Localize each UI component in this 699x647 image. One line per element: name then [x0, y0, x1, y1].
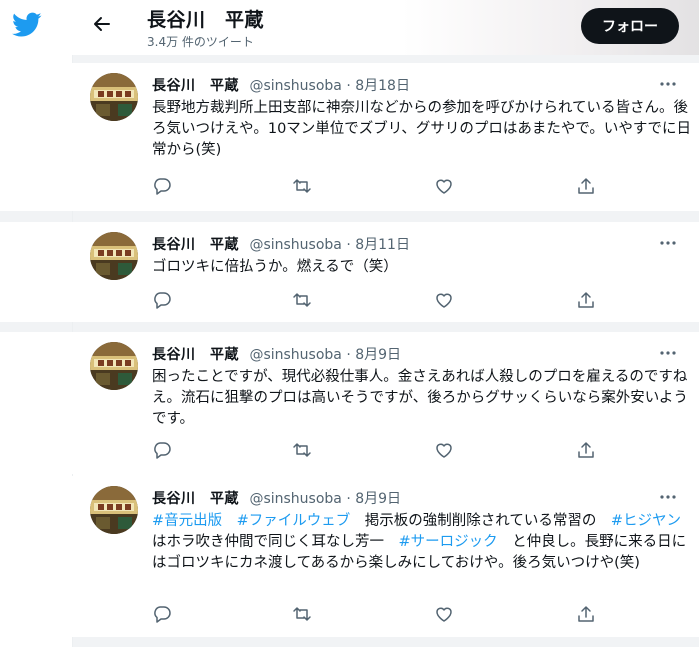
- author-handle[interactable]: @sinshusoba: [249, 237, 341, 253]
- tweet-actions: [152, 440, 672, 462]
- tweet-count: 3.4万 件のツイート: [147, 35, 254, 49]
- author-handle[interactable]: @sinshusoba: [249, 491, 341, 507]
- profile-name: 長谷川 平蔵: [147, 9, 265, 31]
- author-name[interactable]: 長谷川 平蔵: [152, 237, 239, 253]
- separator: [72, 322, 699, 332]
- back-arrow-icon[interactable]: [90, 13, 112, 35]
- reply-icon[interactable]: [152, 440, 172, 460]
- tweet-text-segment: 長野地方裁判所上田支部に神奈川などからの参加を呼びかけられている皆さん。後ろ気い…: [152, 100, 691, 158]
- profile-header: 長谷川 平蔵 3.4万 件のツイート フォロー: [72, 0, 699, 55]
- separator: [72, 55, 699, 63]
- retweet-icon[interactable]: [292, 440, 312, 460]
- reply-icon[interactable]: [152, 176, 172, 196]
- share-icon[interactable]: [576, 290, 596, 310]
- dot-separator: ·: [346, 491, 351, 507]
- dot-separator: ·: [346, 237, 351, 253]
- twitter-bird-icon[interactable]: [12, 12, 42, 38]
- tweet[interactable]: 長谷川 平蔵 @sinshusoba · 8月11日 ゴロツキに倍払うか。燃える…: [72, 222, 699, 322]
- more-icon[interactable]: [658, 238, 678, 248]
- dot-separator: ·: [346, 78, 351, 94]
- tweet-text: 長野地方裁判所上田支部に神奈川などからの参加を呼びかけられている皆さん。後ろ気い…: [152, 98, 692, 161]
- tweet-text: #音元出版 #ファイルウェブ 掲示板の強制削除されている常習の #ヒジヤン はホ…: [152, 511, 692, 574]
- author-handle[interactable]: @sinshusoba: [249, 78, 341, 94]
- avatar[interactable]: [90, 73, 138, 121]
- more-icon[interactable]: [658, 79, 678, 89]
- tweet-actions: [152, 290, 672, 312]
- hashtag-link[interactable]: #ファイルウェブ: [237, 513, 351, 529]
- tweet-text-segment: [222, 513, 237, 529]
- avatar[interactable]: [90, 486, 138, 534]
- author-name[interactable]: 長谷川 平蔵: [152, 78, 239, 94]
- retweet-icon[interactable]: [292, 176, 312, 196]
- hashtag-link[interactable]: #ヒジヤン: [611, 513, 681, 529]
- like-icon[interactable]: [434, 604, 454, 624]
- separator: [0, 322, 72, 332]
- separator: [72, 211, 699, 222]
- share-icon[interactable]: [576, 604, 596, 624]
- retweet-icon[interactable]: [292, 604, 312, 624]
- tweet[interactable]: 長谷川 平蔵 @sinshusoba · 8月9日 困ったことですが、現代必殺仕…: [72, 332, 699, 474]
- tweet-actions: [152, 604, 672, 626]
- dot-separator: ·: [346, 347, 351, 363]
- author-handle[interactable]: @sinshusoba: [249, 347, 341, 363]
- separator: [72, 637, 699, 647]
- reply-icon[interactable]: [152, 604, 172, 624]
- like-icon[interactable]: [434, 440, 454, 460]
- tweet-text: 困ったことですが、現代必殺仕事人。金さえあれば人殺しのプロを雇えるのですねえ。流…: [152, 367, 692, 430]
- tweet-text-segment: 掲示板の強制削除されている常習の: [350, 513, 611, 529]
- tweet[interactable]: 長谷川 平蔵 @sinshusoba · 8月9日 #音元出版 #ファイルウェブ…: [72, 476, 699, 637]
- tweet-header: 長谷川 平蔵 @sinshusoba · 8月11日: [152, 234, 410, 254]
- author-name[interactable]: 長谷川 平蔵: [152, 347, 239, 363]
- tweet-actions: [152, 176, 672, 198]
- tweet-date[interactable]: 8月18日: [355, 78, 410, 94]
- tweet-header: 長谷川 平蔵 @sinshusoba · 8月9日: [152, 344, 401, 364]
- tweet-header: 長谷川 平蔵 @sinshusoba · 8月18日: [152, 75, 410, 95]
- tweet-text: ゴロツキに倍払うか。燃えるで（笑）: [152, 257, 692, 278]
- like-icon[interactable]: [434, 290, 454, 310]
- tweet-header: 長谷川 平蔵 @sinshusoba · 8月9日: [152, 488, 401, 508]
- author-name[interactable]: 長谷川 平蔵: [152, 491, 239, 507]
- separator: [0, 211, 72, 222]
- tweet-text-segment: ゴロツキに倍払うか。燃えるで（笑）: [152, 259, 398, 275]
- retweet-icon[interactable]: [292, 290, 312, 310]
- tweet-date[interactable]: 8月9日: [355, 347, 401, 363]
- like-icon[interactable]: [434, 176, 454, 196]
- follow-button[interactable]: フォロー: [581, 8, 679, 44]
- reply-icon[interactable]: [152, 290, 172, 310]
- tweet-date[interactable]: 8月9日: [355, 491, 401, 507]
- avatar[interactable]: [90, 232, 138, 280]
- share-icon[interactable]: [576, 440, 596, 460]
- hashtag-link[interactable]: #音元出版: [152, 513, 222, 529]
- tweet[interactable]: 長谷川 平蔵 @sinshusoba · 8月18日 長野地方裁判所上田支部に神…: [72, 63, 699, 211]
- more-icon[interactable]: [658, 492, 678, 502]
- share-icon[interactable]: [576, 176, 596, 196]
- more-icon[interactable]: [658, 348, 678, 358]
- tweet-date[interactable]: 8月11日: [355, 237, 410, 253]
- avatar[interactable]: [90, 342, 138, 390]
- tweet-text-segment: 困ったことですが、現代必殺仕事人。金さえあれば人殺しのプロを雇えるのですねえ。流…: [152, 369, 688, 427]
- hashtag-link[interactable]: #サーロジック: [399, 534, 498, 550]
